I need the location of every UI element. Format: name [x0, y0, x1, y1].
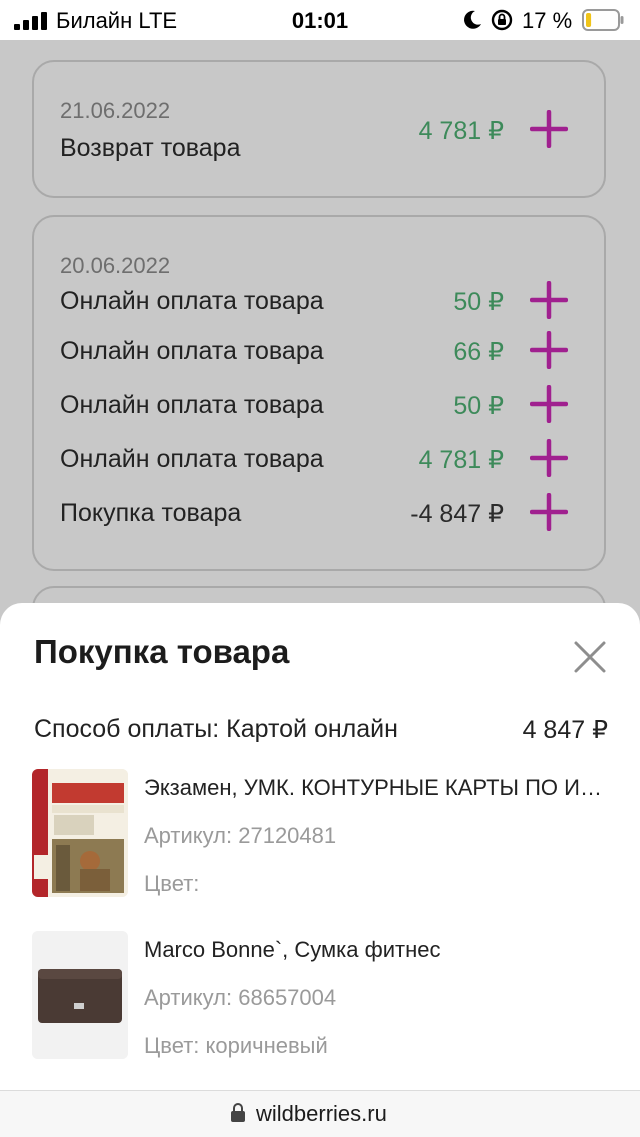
- expand-plus-icon[interactable]: [530, 385, 568, 423]
- close-icon[interactable]: [572, 639, 608, 675]
- transaction-amount: 66 ₽: [453, 338, 504, 366]
- transaction-label: Покупка товара: [60, 499, 242, 527]
- payment-method: Способ оплаты: Картой онлайн: [34, 715, 398, 743]
- transaction-card: 21.06.2022 Возврат товара 4 781 ₽: [32, 60, 606, 198]
- product-article: Артикул: 27120481: [144, 823, 337, 848]
- transaction-card: 20.06.2022 Онлайн оплата товара 50 ₽ Онл…: [32, 215, 606, 571]
- transaction-amount: 4 781 ₽: [418, 446, 504, 474]
- transaction-label: Онлайн оплата товара: [60, 391, 324, 419]
- transaction-amount: 4 781 ₽: [418, 117, 504, 145]
- transaction-amount: -4 847 ₽: [410, 500, 504, 528]
- expand-plus-icon[interactable]: [530, 493, 568, 531]
- transaction-date: 20.06.2022: [60, 253, 171, 278]
- transaction-label: Онлайн оплата товара: [60, 337, 324, 365]
- product-item[interactable]: Экзамен, УМК. КОНТУРНЫЕ КАРТЫ ПО ИСТОРИИ…: [32, 769, 608, 899]
- purchase-details-sheet: Покупка товара Способ оплаты: Картой онл…: [0, 603, 640, 1136]
- transaction-row: Возврат товара 4 781 ₽: [60, 110, 586, 174]
- total-amount: 4 847 ₽: [522, 716, 608, 744]
- expand-plus-icon[interactable]: [530, 110, 568, 148]
- book-cover-image: [32, 769, 128, 897]
- expand-plus-icon[interactable]: [530, 281, 568, 319]
- transaction-row: Онлайн оплата товара 50 ₽: [60, 281, 586, 327]
- transaction-row: Онлайн оплата товара 50 ₽: [60, 385, 586, 431]
- product-article: Артикул: 68657004: [144, 985, 337, 1010]
- rotation-lock-icon: [491, 9, 513, 31]
- battery-icon: [582, 9, 624, 31]
- battery-percent: 17 %: [522, 8, 573, 33]
- bag-image: [32, 931, 128, 1059]
- sheet-title: Покупка товара: [34, 633, 290, 670]
- expand-plus-icon[interactable]: [530, 331, 568, 369]
- product-name: Экзамен, УМК. КОНТУРНЫЕ КАРТЫ ПО ИСТОРИИ…: [144, 775, 604, 800]
- product-item[interactable]: Marco Bonne`, Сумка фитнес Артикул: 6865…: [32, 931, 608, 1061]
- transaction-amount: 50 ₽: [453, 288, 504, 316]
- transaction-label: Онлайн оплата товара: [60, 287, 324, 315]
- do-not-disturb-moon-icon: [464, 10, 481, 29]
- transaction-row: Онлайн оплата товара 66 ₽: [60, 331, 586, 377]
- product-color: Цвет: коричневый: [144, 1033, 328, 1058]
- transaction-label: Возврат товара: [60, 134, 241, 162]
- product-thumbnail: [32, 769, 128, 897]
- transaction-amount: 50 ₽: [453, 392, 504, 420]
- expand-plus-icon[interactable]: [530, 439, 568, 477]
- status-bar: Билайн LTE 01:01 17 %: [0, 0, 640, 40]
- transaction-label: Онлайн оплата товара: [60, 445, 324, 473]
- product-name: Marco Bonne`, Сумка фитнес: [144, 937, 441, 962]
- lock-icon: [231, 1103, 245, 1122]
- product-color: Цвет:: [144, 871, 200, 896]
- transaction-row: Покупка товара -4 847 ₽: [60, 493, 586, 539]
- transaction-date: 21.06.2022: [60, 98, 171, 123]
- transaction-row: Онлайн оплата товара 4 781 ₽: [60, 439, 586, 485]
- browser-address-bar[interactable]: wildberries.ru: [0, 1090, 640, 1137]
- product-thumbnail: [32, 931, 128, 1059]
- url-text: wildberries.ru: [256, 1101, 387, 1126]
